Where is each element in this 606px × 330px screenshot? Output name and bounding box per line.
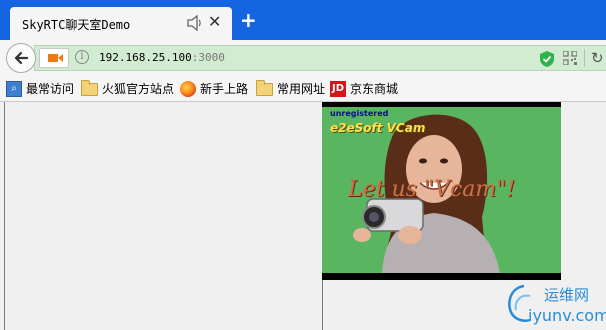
url-text[interactable]: 192.168.25.100:3000 — [99, 51, 225, 64]
folder-icon — [256, 80, 273, 96]
close-icon[interactable]: ✕ — [208, 13, 221, 31]
bookmark-most-visited[interactable]: ⌕ 最常访问 — [6, 80, 74, 98]
bookmark-label: 最常访问 — [26, 82, 75, 96]
bookmark-label: 京东商城 — [350, 82, 399, 96]
folder-icon — [81, 80, 98, 96]
bookmark-getting-started[interactable]: 新手上路 — [180, 80, 248, 98]
vcam-unregistered-text: unregistered — [330, 109, 389, 118]
bookmark-jd[interactable]: JD 京东商城 — [330, 80, 398, 98]
camera-icon — [48, 54, 63, 62]
back-button[interactable] — [6, 43, 36, 73]
site-identity-button[interactable] — [39, 48, 69, 68]
vcam-brand-text: e2eSoft VCam — [330, 121, 426, 135]
back-arrow-icon — [14, 51, 29, 65]
url-bar[interactable]: i 192.168.25.100:3000 ↻ — [34, 45, 606, 71]
bookmark-label: 火狐官方站点 — [102, 82, 175, 96]
video-stream[interactable]: unregistered e2eSoft VCam Let us "Vcam"! — [322, 102, 561, 280]
tab-title: SkyRTC聊天室Demo — [22, 18, 131, 32]
tab-skyrtc[interactable]: SkyRTC聊天室Demo ✕ — [10, 7, 232, 40]
local-panel — [4, 102, 323, 330]
reload-icon[interactable]: ↻ — [591, 49, 604, 67]
bookmarks-toolbar: ⌕ 最常访问 火狐官方站点 新手上路 常用网址 JD 京东商城 — [0, 76, 606, 102]
navigation-bar: i 192.168.25.100:3000 ↻ — [0, 40, 606, 76]
info-icon[interactable]: i — [75, 50, 89, 64]
vcam-caption: Let us "Vcam"! — [348, 177, 516, 202]
jd-icon: JD — [330, 81, 346, 97]
shield-icon[interactable] — [539, 50, 555, 68]
video-frame: unregistered e2eSoft VCam Let us "Vcam"! — [322, 107, 561, 273]
url-host: 192.168.25.100 — [99, 51, 192, 64]
speaker-icon[interactable] — [186, 15, 204, 31]
new-tab-button[interactable]: + — [240, 10, 257, 30]
url-bar-divider — [584, 49, 585, 67]
site-watermark: 运维网 iyunv.com — [500, 282, 606, 330]
bookmark-firefox-sites[interactable]: 火狐官方站点 — [81, 80, 174, 98]
bookmark-label: 常用网址 — [277, 82, 326, 96]
bookmark-common-sites[interactable]: 常用网址 — [256, 80, 325, 98]
qr-code-icon[interactable] — [563, 51, 577, 65]
url-port: :3000 — [191, 51, 225, 64]
bookmark-label: 新手上路 — [200, 82, 249, 96]
firefox-icon — [180, 81, 196, 97]
watermark-en-text: iyunv.com — [528, 306, 606, 325]
title-bar: SkyRTC聊天室Demo ✕ + — [0, 0, 606, 40]
watermark-cn-text: 运维网 — [544, 286, 590, 304]
most-visited-icon: ⌕ — [6, 81, 22, 97]
